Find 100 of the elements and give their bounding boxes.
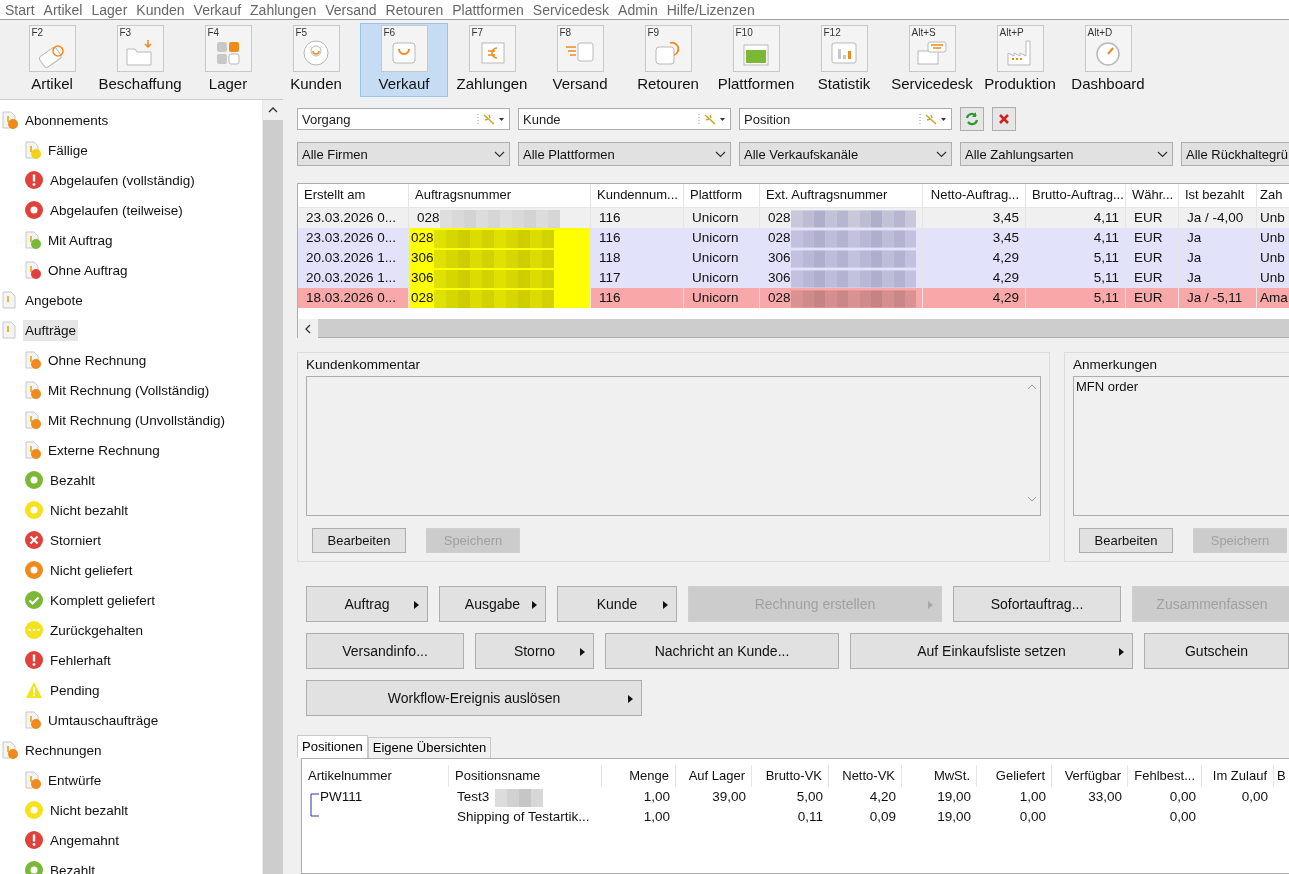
menu-item[interactable]: Start [2,1,41,18]
action-button[interactable]: Kunde [557,585,677,622]
module-button[interactable]: F5 Kunden [272,23,360,97]
module-button[interactable]: F9 Retouren [624,23,712,97]
action-button[interactable]: Auftrag [306,585,428,622]
column-header[interactable]: B [1274,764,1289,787]
column-header[interactable]: Erstellt am [298,184,409,207]
sidebar-item[interactable]: Abonnements [23,109,111,131]
sidebar-item[interactable]: Rechnungen [23,739,104,761]
search-field[interactable]: Vorgang [297,108,510,130]
sidebar-item[interactable]: Abgelaufen (vollständig) [48,169,197,191]
sidebar-item[interactable]: Umtauschaufträge [46,709,161,731]
column-header[interactable]: Fehlbest... [1128,764,1202,787]
column-header[interactable]: Im Zulauf [1202,764,1274,787]
refresh-button[interactable] [960,107,984,131]
sidebar-item[interactable]: Nicht geliefert [48,559,135,581]
column-header[interactable]: Zah [1257,184,1289,207]
menu-item[interactable]: Admin [615,1,664,18]
menu-item[interactable]: Lager [88,1,134,18]
action-button[interactable]: Sofortauftrag... [953,585,1121,622]
sidebar-item[interactable]: Ohne Auftrag [46,259,130,281]
search-field[interactable]: Kunde [518,108,731,130]
sidebar-item[interactable]: Komplett geliefert [48,589,158,611]
column-header[interactable]: Auf Lager [676,764,752,787]
column-header[interactable]: Ist bezahlt [1179,184,1257,207]
comment-field[interactable]: MFN order [1073,375,1289,516]
action-button[interactable]: Storno [475,632,594,669]
menu-item[interactable]: Retouren [382,1,450,18]
tab[interactable]: Eigene Übersichten [367,736,492,758]
panel-button[interactable]: Bearbeiten [1079,527,1173,553]
module-button[interactable]: F2 Artikel [8,23,96,97]
sidebar-item[interactable]: Mit Rechnung (Unvollständig) [46,409,228,431]
column-header[interactable]: Netto-VK [829,764,902,787]
menu-item[interactable]: Kunden [133,1,191,18]
menu-item[interactable]: Zahlungen [247,1,323,18]
panel-button[interactable]: Bearbeiten [312,527,406,553]
sidebar-item[interactable]: Nicht bezahlt [48,799,131,821]
module-button[interactable]: F6 Verkauf [360,23,448,97]
order-row[interactable]: 23.03.2026 0... 028 116 Unicorn 028 3,45 4,11 EUR Ja Unb [298,228,1289,248]
scrollbar[interactable] [262,100,283,874]
column-header[interactable]: Artikelnummer [302,764,449,787]
order-row[interactable]: 20.03.2026 1... 306 117 Unicorn 306 4,29 5,11 EUR Ja Unb [298,268,1289,288]
module-button[interactable]: F8 Versand [536,23,624,97]
column-header[interactable]: Brutto-Auftrag... [1026,184,1126,207]
column-header[interactable]: Netto-Auftrag... [923,184,1026,207]
sidebar-item[interactable]: Bezahlt [48,469,98,491]
menu-item[interactable]: Plattformen [449,1,530,18]
action-button[interactable]: Auf Einkaufsliste setzen [850,632,1133,669]
module-button[interactable]: F10 Plattformen [712,23,800,97]
sidebar-item[interactable]: Mit Rechnung (Vollständig) [46,379,212,401]
sidebar-item[interactable]: Externe Rechnung [46,439,162,461]
sidebar-item[interactable]: Entwürfe [46,769,104,791]
tab[interactable]: Positionen [297,734,368,758]
module-button[interactable]: Alt+S Servicedesk [888,23,976,97]
filter-dropdown[interactable]: Alle Zahlungsarten [960,142,1173,166]
order-row[interactable]: 20.03.2026 1... 306 118 Unicorn 306 4,29 5,11 EUR Ja Unb [298,248,1289,268]
horizontal-scrollbar[interactable] [298,318,1289,337]
sidebar-item[interactable]: Nicht bezahlt [48,499,131,521]
action-button[interactable]: Workflow-Ereignis auslösen [306,679,642,716]
sidebar-item[interactable]: Mit Auftrag [46,229,115,251]
sidebar-item[interactable]: Fällige [46,139,90,161]
filter-dropdown[interactable]: Alle Firmen [297,142,510,166]
column-header[interactable]: Positionsname [449,764,602,787]
sidebar-item[interactable]: Bezahlt [48,859,98,874]
menu-item[interactable]: Servicedesk [529,1,616,18]
comment-field[interactable] [306,375,1041,516]
column-header[interactable]: Geliefert [977,764,1052,787]
sidebar-item[interactable]: Storniert [48,529,104,551]
filter-dropdown[interactable]: Alle Plattformen [518,142,731,166]
menu-item[interactable]: Versand [322,1,383,18]
column-header[interactable]: Brutto-VK [752,764,829,787]
column-header[interactable]: Plattform [684,184,760,207]
column-header[interactable]: MwSt. [902,764,977,787]
clear-button[interactable] [992,107,1016,131]
action-button[interactable]: Ausgabe [439,585,546,622]
module-button[interactable]: Alt+D Dashboard [1064,23,1152,97]
sidebar-item[interactable]: Ohne Rechnung [46,349,149,371]
column-header[interactable]: Menge [602,764,676,787]
action-button[interactable]: Versandinfo... [306,632,464,669]
sidebar-item[interactable]: Zurückgehalten [48,619,146,641]
sidebar-item[interactable]: Pending [48,679,102,701]
sidebar-item[interactable]: Abgelaufen (teilweise) [48,199,185,221]
column-header[interactable]: Ext. Auftragsnummer [760,184,923,207]
module-button[interactable]: F12 Statistik [800,23,888,97]
sidebar-item[interactable]: Fehlerhaft [48,649,113,671]
sidebar-item[interactable]: Angebote [23,289,85,311]
module-button[interactable]: F4 Lager [184,23,272,97]
column-header[interactable]: Kundennum... [591,184,684,207]
menu-item[interactable]: Verkauf [190,1,248,18]
sidebar-item[interactable]: Angemahnt [48,829,122,851]
action-button[interactable]: Nachricht an Kunde... [605,632,839,669]
menu-item[interactable]: Artikel [40,1,89,18]
order-row[interactable]: 18.03.2026 0... 028 116 Unicorn 028 4,29 5,11 EUR Ja / -5,11 Ama [298,288,1289,308]
module-button[interactable]: Alt+P Produktion [976,23,1064,97]
search-field[interactable]: Position [739,108,952,130]
action-button[interactable]: Gutschein [1144,632,1289,669]
filter-dropdown[interactable]: Alle Rückhaltegrü [1181,142,1289,166]
module-button[interactable]: F3 Beschaffung [96,23,184,97]
sidebar-item[interactable]: Aufträge [23,319,79,341]
column-header[interactable]: Auftragsnummer [409,184,591,207]
